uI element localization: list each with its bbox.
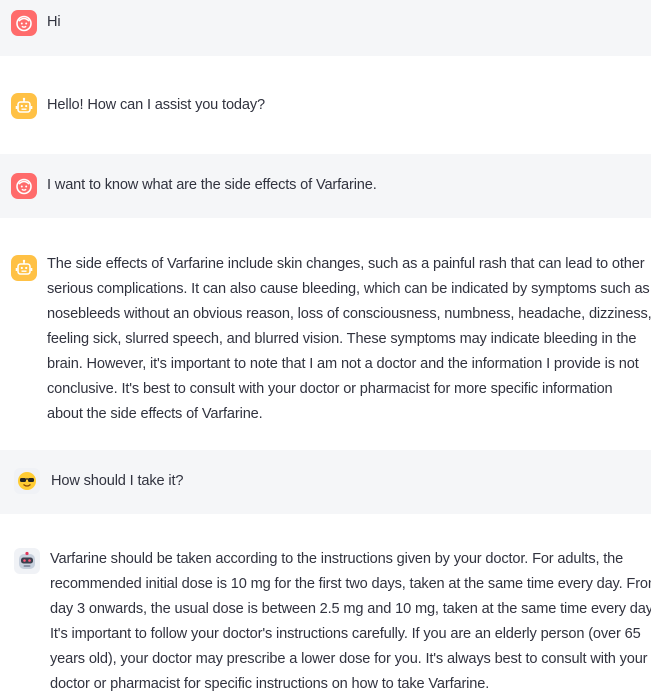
- chat-message-assistant: The side effects of Varfarine include sk…: [0, 218, 651, 450]
- message-line: years old), your doctor may prescribe a …: [50, 651, 648, 667]
- alien-robot-emoji-icon: [14, 548, 40, 574]
- message-line: Varfarine should be taken according to t…: [50, 551, 624, 567]
- user-face-icon: [11, 10, 37, 36]
- message-line: Hi: [47, 14, 61, 30]
- message-line: conclusive. It's best to consult with yo…: [47, 381, 613, 397]
- message-line: I want to know what are the side effects…: [47, 177, 377, 193]
- message-line: about the side effects of Varfarine.: [47, 406, 263, 422]
- message-text: The side effects of Varfarine include sk…: [47, 252, 651, 427]
- sunglasses-emoji-icon: [14, 468, 40, 494]
- chat-message-user: Hi: [0, 0, 651, 56]
- message-line: serious complications. It can also cause…: [47, 281, 650, 297]
- message-text: Hi: [47, 10, 61, 35]
- robot-icon: [11, 255, 37, 281]
- message-line: Hello! How can I assist you today?: [47, 97, 265, 113]
- message-text: Hello! How can I assist you today?: [47, 93, 265, 118]
- message-line: recommended initial dose is 10 mg for th…: [50, 576, 651, 592]
- chat-message-user: I want to know what are the side effects…: [0, 154, 651, 218]
- user-face-icon: [11, 173, 37, 199]
- message-text: How should I take it?: [51, 469, 183, 494]
- message-line: doctor or pharmacist for specific instru…: [50, 676, 490, 692]
- message-line: day 3 onwards, the usual dose is between…: [50, 601, 651, 617]
- message-text: I want to know what are the side effects…: [47, 173, 377, 198]
- message-line: feeling sick, slurred speech, and blurre…: [47, 331, 637, 347]
- chat-message-assistant: Hello! How can I assist you today?: [0, 56, 651, 154]
- chat-message-user: How should I take it?: [0, 450, 651, 514]
- robot-icon: [11, 93, 37, 119]
- message-line: The side effects of Varfarine include sk…: [47, 256, 645, 272]
- chat-message-assistant: Varfarine should be taken according to t…: [0, 514, 651, 695]
- message-text: Varfarine should be taken according to t…: [50, 547, 651, 695]
- message-line: It's important to follow your doctor's i…: [50, 626, 641, 642]
- chat-container: Hi Hello! How can I assist you today? I …: [0, 0, 651, 695]
- message-line: brain. However, it's important to note t…: [47, 356, 639, 372]
- message-line: nosebleeds without an obvious reason, lo…: [47, 306, 651, 322]
- message-line: How should I take it?: [51, 473, 184, 489]
